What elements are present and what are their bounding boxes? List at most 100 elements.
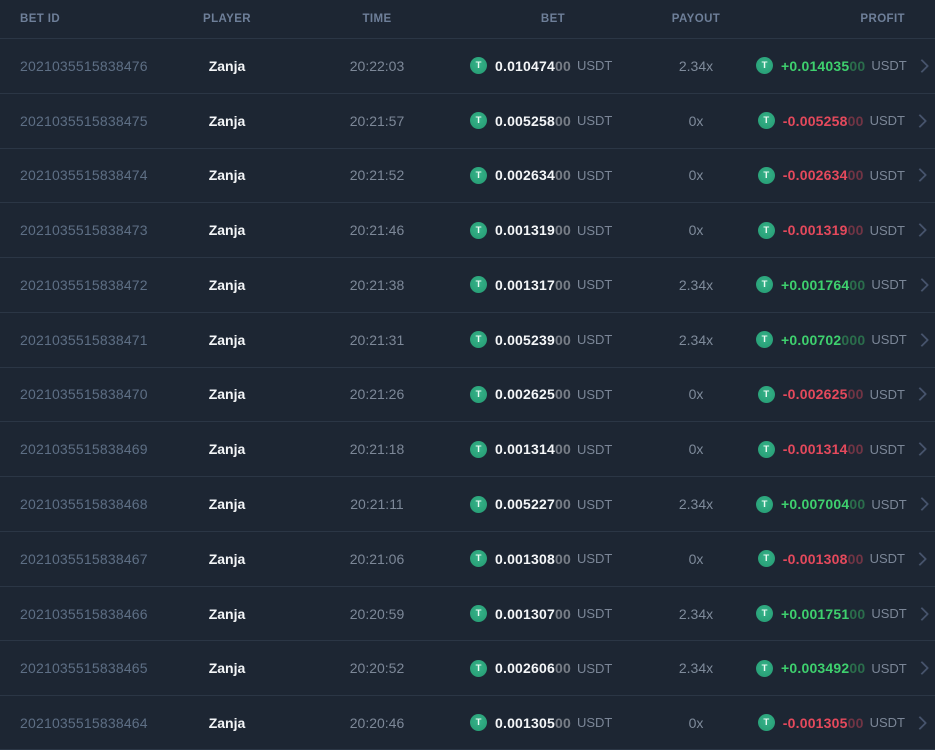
- bet-amount-cell: T 0.00522700 USDT: [470, 495, 636, 513]
- profit-main: +0.003492: [781, 660, 850, 677]
- bet-id: 2021035515838472: [20, 276, 148, 293]
- usdt-icon: T: [470, 550, 487, 568]
- profit-dim: 000: [841, 331, 866, 348]
- bet-amount-cell: T 0.00130700 USDT: [470, 605, 636, 623]
- table-row[interactable]: 2021035515838465 Zanja 20:20:52 T 0.0026…: [0, 640, 935, 695]
- row-expand[interactable]: [905, 113, 935, 128]
- row-expand[interactable]: [907, 332, 935, 347]
- profit-amount: +0.01403500: [781, 58, 865, 74]
- chevron-right-icon: [912, 442, 928, 457]
- usdt-icon: T: [757, 112, 775, 130]
- row-expand[interactable]: [907, 58, 935, 73]
- profit-amount: -0.00262500: [783, 386, 864, 402]
- bet-id: 2021035515838473: [20, 222, 148, 239]
- profit-dim: 00: [847, 222, 864, 239]
- currency-label: USDT: [869, 222, 905, 238]
- table-body: 2021035515838476 Zanja 20:22:03 T 0.0104…: [0, 38, 935, 750]
- usdt-icon: T: [757, 385, 775, 403]
- row-expand[interactable]: [905, 168, 935, 183]
- bet-amount-cell: T 0.00260600 USDT: [470, 659, 636, 677]
- usdt-icon: T: [470, 166, 487, 184]
- table-row[interactable]: 2021035515838474 Zanja 20:21:52 T 0.0026…: [0, 147, 935, 203]
- table-row[interactable]: 2021035515838464 Zanja 20:20:46 T 0.0013…: [0, 695, 935, 750]
- payout-multiplier: 0x: [688, 441, 704, 458]
- row-expand[interactable]: [907, 496, 935, 512]
- payout-multiplier: 2.34x: [678, 605, 714, 622]
- table-row[interactable]: 2021035515838471 Zanja 20:21:31 T 0.0052…: [0, 311, 935, 367]
- bet-time: 20:21:31: [349, 331, 405, 348]
- profit-cell: T -0.00262500 USDT: [756, 385, 905, 403]
- profit-amount: +0.00700400: [781, 496, 865, 512]
- usdt-icon: T: [470, 57, 487, 75]
- table-row[interactable]: 2021035515838466 Zanja 20:20:59 T 0.0013…: [0, 585, 935, 641]
- table-row[interactable]: 2021035515838475 Zanja 20:21:57 T 0.0052…: [0, 92, 935, 148]
- currency-label: USDT: [871, 606, 907, 622]
- row-expand[interactable]: [905, 715, 935, 730]
- bet-time: 20:21:18: [349, 441, 405, 458]
- row-expand[interactable]: [907, 277, 935, 293]
- profit-amount: -0.00131400: [783, 441, 864, 457]
- usdt-icon: T: [470, 659, 487, 677]
- usdt-icon: T: [470, 714, 487, 732]
- bet-dim: 00: [555, 331, 571, 348]
- profit-amount: -0.00130800: [783, 551, 864, 567]
- bet-amount: 0.00130500: [495, 715, 571, 731]
- usdt-icon: T: [756, 495, 773, 513]
- table-row[interactable]: 2021035515838467 Zanja 20:21:06 T 0.0013…: [0, 530, 935, 586]
- bet-id: 2021035515838467: [20, 550, 148, 567]
- row-expand[interactable]: [907, 661, 935, 676]
- bet-amount: 0.00525800: [495, 113, 571, 129]
- usdt-icon: T: [470, 331, 487, 349]
- table-row[interactable]: 2021035515838468 Zanja 20:21:11 T 0.0052…: [0, 476, 935, 531]
- table-row[interactable]: 2021035515838472 Zanja 20:21:38 T 0.0013…: [0, 257, 935, 312]
- bet-id: 2021035515838475: [20, 112, 148, 129]
- bet-id: 2021035515838468: [20, 496, 148, 512]
- table-row[interactable]: 2021035515838476 Zanja 20:22:03 T 0.0104…: [0, 38, 935, 93]
- profit-amount: -0.00130500: [783, 715, 864, 731]
- chevron-right-icon: [912, 223, 928, 238]
- payout-multiplier: 0x: [688, 167, 704, 184]
- bet-amount: 0.00260600: [495, 660, 571, 676]
- profit-cell: T +0.00176400 USDT: [756, 276, 907, 294]
- player-name: Zanja: [208, 496, 246, 512]
- row-expand[interactable]: [905, 551, 935, 566]
- profit-dim: 00: [847, 386, 864, 403]
- player-name: Zanja: [208, 57, 246, 74]
- profit-main: -0.002634: [782, 167, 848, 184]
- currency-label: USDT: [871, 332, 907, 348]
- bet-id: 2021035515838474: [20, 167, 148, 184]
- profit-amount: +0.00702000: [781, 332, 865, 348]
- row-expand[interactable]: [907, 606, 935, 621]
- profit-cell: T +0.01403500 USDT: [756, 57, 907, 75]
- bet-time: 20:20:52: [349, 660, 405, 677]
- profit-main: -0.001314: [782, 441, 848, 458]
- player-name: Zanja: [208, 660, 246, 677]
- bet-amount-cell: T 0.00131400 USDT: [470, 440, 636, 458]
- bet-main: 0.001308: [495, 550, 555, 567]
- row-expand[interactable]: [905, 387, 935, 402]
- profit-cell: T -0.00130800 USDT: [756, 550, 905, 568]
- table-row[interactable]: 2021035515838470 Zanja 20:21:26 T 0.0026…: [0, 366, 935, 422]
- usdt-icon: T: [757, 166, 775, 184]
- payout-multiplier: 0x: [688, 550, 704, 567]
- currency-label: USDT: [871, 58, 907, 74]
- table-row[interactable]: 2021035515838469 Zanja 20:21:18 T 0.0013…: [0, 421, 935, 476]
- row-expand[interactable]: [905, 442, 935, 457]
- header-bet-id: BET ID: [20, 13, 61, 25]
- currency-label: USDT: [576, 551, 613, 567]
- profit-main: -0.005258: [782, 112, 848, 129]
- header-bet: BET: [540, 13, 566, 25]
- currency-label: USDT: [576, 58, 613, 74]
- profit-dim: 00: [847, 441, 864, 458]
- table-row[interactable]: 2021035515838473 Zanja 20:21:46 T 0.0013…: [0, 202, 935, 257]
- row-expand[interactable]: [905, 223, 935, 238]
- currency-label: USDT: [576, 606, 613, 622]
- payout-multiplier: 2.34x: [678, 660, 714, 677]
- usdt-icon: T: [756, 276, 773, 294]
- currency-label: USDT: [576, 167, 613, 183]
- profit-amount: +0.00175100: [781, 606, 865, 622]
- header-profit: PROFIT: [860, 13, 905, 25]
- bet-main: 0.001319: [495, 222, 555, 239]
- usdt-icon: T: [756, 57, 773, 75]
- header-time: TIME: [362, 13, 392, 25]
